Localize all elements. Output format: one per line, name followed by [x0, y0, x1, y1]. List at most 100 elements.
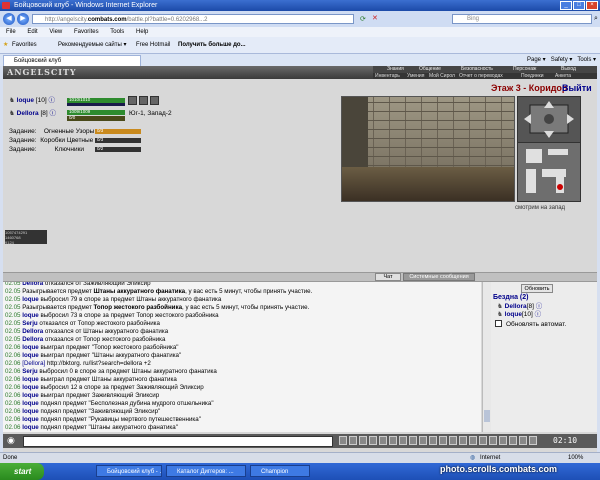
chat-nick[interactable]: loque — [22, 344, 39, 351]
chat-tool-icon[interactable] — [429, 436, 437, 445]
tab-system-messages[interactable]: Системные сообщения — [403, 273, 475, 281]
info-icon[interactable]: ⓘ — [50, 110, 57, 117]
chat-scrollbar[interactable] — [482, 282, 491, 432]
nav-security[interactable]: Безопасность — [461, 66, 493, 73]
chat-nick[interactable]: Serju — [22, 368, 37, 375]
tab-chat[interactable]: Чат — [375, 273, 401, 281]
taskbar-item[interactable]: Champion — [250, 465, 310, 477]
favorites-star-icon[interactable]: ★ — [3, 37, 8, 53]
nav-profile[interactable]: Анкета — [555, 73, 571, 79]
room-user-name[interactable]: loque — [505, 311, 522, 318]
exit-link[interactable]: Выйти — [562, 83, 592, 93]
info-icon[interactable]: ⓘ — [535, 311, 542, 318]
menu-favorites[interactable]: Favorites — [74, 29, 99, 35]
chat-tool-icon[interactable] — [349, 436, 357, 445]
minimize-button[interactable]: _ — [560, 1, 572, 10]
nav-inventory[interactable]: Инвентарь — [375, 73, 400, 79]
chat-nick[interactable]: loque — [22, 312, 39, 319]
chat-tool-icon[interactable] — [509, 436, 517, 445]
chat-message-input[interactable] — [23, 436, 333, 447]
chat-nick[interactable]: loque — [22, 296, 39, 303]
chat-nick[interactable]: Dellora — [22, 282, 43, 287]
nav-skills[interactable]: Умения — [407, 73, 424, 79]
menu-edit[interactable]: Edit — [27, 29, 37, 35]
chat-tool-icon[interactable] — [459, 436, 467, 445]
taskbar-item[interactable]: Бойцовский клуб - ... — [96, 465, 162, 477]
chat-tool-icon[interactable] — [409, 436, 417, 445]
nav-exit[interactable]: Выход — [561, 66, 576, 73]
chat-tool-icon[interactable] — [479, 436, 487, 445]
chat-nick[interactable]: loque — [22, 384, 39, 391]
chat-tool-icon[interactable] — [379, 436, 387, 445]
chat-nick[interactable]: loque — [22, 376, 39, 383]
menu-file[interactable]: File — [6, 29, 16, 35]
player-name[interactable]: Dellora — [17, 110, 39, 117]
chat-nick[interactable]: Dellora — [22, 336, 43, 343]
chat-tool-icon[interactable] — [369, 436, 377, 445]
maximize-button[interactable]: □ — [573, 1, 585, 10]
chat-eye-icon[interactable]: ◉ — [7, 435, 15, 446]
shield-icon[interactable] — [139, 96, 148, 105]
dungeon-view[interactable] — [341, 96, 515, 202]
chat-tool-icon[interactable] — [439, 436, 447, 445]
safety-menu[interactable]: Safety ▾ — [551, 57, 573, 63]
chat-tool-icon[interactable] — [449, 436, 457, 445]
chat-nick[interactable]: loque — [22, 400, 39, 407]
refresh-icon[interactable]: ⟳ — [360, 15, 366, 23]
search-icon[interactable]: ⌕ — [594, 15, 598, 23]
taskbar-item[interactable]: Каталог Диггеров: ... — [166, 465, 246, 477]
scroll-thumb[interactable] — [484, 410, 490, 422]
nav-knowledge[interactable]: Знания — [387, 66, 404, 73]
menu-view[interactable]: View — [49, 29, 62, 35]
player-name[interactable]: loque — [17, 97, 34, 104]
chat-tool-icon[interactable] — [499, 436, 507, 445]
close-button[interactable]: × — [586, 1, 598, 10]
fav-recommended[interactable]: Рекомендуемые сайты ▾ — [58, 37, 127, 53]
address-bar[interactable]: http://angelscity.combats.com/battle.pl?… — [32, 14, 354, 24]
nav-communication[interactable]: Общение — [419, 66, 441, 73]
tab-combats[interactable]: Бойцовский клуб — [3, 55, 141, 66]
info-icon[interactable]: ⓘ — [536, 303, 543, 310]
refresh-button[interactable]: Обновить — [521, 284, 553, 293]
chat-nick[interactable]: loque — [22, 392, 39, 399]
page-menu[interactable]: Page ▾ — [527, 57, 546, 63]
chat-nick[interactable]: loque — [22, 408, 39, 415]
menu-tools[interactable]: Tools — [110, 29, 124, 35]
shield-icon[interactable] — [150, 96, 159, 105]
nav-transfers[interactable]: Отчет о переводах — [459, 73, 503, 79]
fav-hotmail[interactable]: Free Hotmail — [136, 37, 170, 53]
chat-tool-icon[interactable] — [469, 436, 477, 445]
chat-tool-icon[interactable] — [399, 436, 407, 445]
chat-tool-icon[interactable] — [519, 436, 527, 445]
navigation-compass[interactable] — [517, 96, 581, 143]
nav-my-sirol[interactable]: Мой Сирол — [429, 73, 455, 79]
chat-tool-icon[interactable] — [389, 436, 397, 445]
chat-nick-tag[interactable]: [Dellora] — [22, 360, 45, 367]
auto-refresh-checkbox[interactable] — [495, 320, 502, 327]
fav-get-more[interactable]: Получить больше до... — [178, 37, 246, 53]
start-button[interactable]: start — [0, 463, 44, 480]
stop-icon[interactable]: ✕ — [372, 14, 378, 22]
chat-nick[interactable]: loque — [22, 416, 39, 423]
task-name: Огненные Узоры — [43, 128, 95, 135]
search-input[interactable]: Bing — [452, 14, 592, 24]
chat-tool-icon[interactable] — [529, 436, 537, 445]
chat-nick[interactable]: loque — [22, 424, 39, 431]
chat-tool-icon[interactable] — [339, 436, 347, 445]
room-user-name[interactable]: Dellora — [505, 303, 527, 310]
forward-button[interactable]: ▶ — [17, 13, 29, 25]
back-button[interactable]: ◀ — [3, 13, 15, 25]
chat-nick[interactable]: Serju — [22, 320, 37, 327]
chat-tool-icon[interactable] — [489, 436, 497, 445]
tools-menu[interactable]: Tools ▾ — [577, 57, 596, 63]
nav-fights[interactable]: Поединки — [521, 73, 544, 79]
info-icon[interactable]: ⓘ — [48, 97, 55, 104]
chat-nick[interactable]: loque — [22, 352, 39, 359]
chat-tool-icon[interactable] — [359, 436, 367, 445]
effect-icon[interactable] — [128, 96, 137, 105]
favorites-button[interactable]: Favorites — [12, 37, 37, 53]
nav-character[interactable]: Персонаж — [513, 66, 536, 73]
chat-nick[interactable]: Dellora — [22, 328, 43, 335]
chat-tool-icon[interactable] — [419, 436, 427, 445]
menu-help[interactable]: Help — [136, 29, 148, 35]
